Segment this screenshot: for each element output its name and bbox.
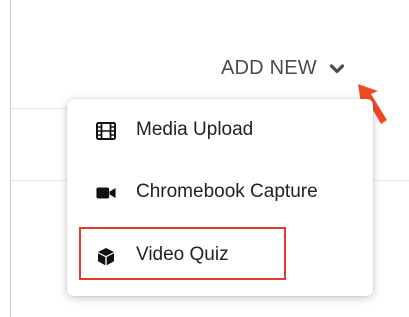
film-icon [96,122,116,140]
add-new-button[interactable]: ADD NEW [221,57,344,80]
row-divider [11,180,67,181]
add-new-label: ADD NEW [221,57,317,79]
menu-item-media-upload[interactable]: Media Upload [67,111,373,151]
menu-item-label: Media Upload [136,119,254,140]
row-divider [11,108,67,109]
row-divider [372,180,409,181]
page-border [10,0,11,317]
menu-item-chromebook-capture[interactable]: Chromebook Capture [67,173,373,213]
menu-item-label: Chromebook Capture [136,181,318,202]
video-camera-icon [96,184,116,202]
chevron-down-icon[interactable] [329,63,344,74]
highlight-box [79,227,286,280]
